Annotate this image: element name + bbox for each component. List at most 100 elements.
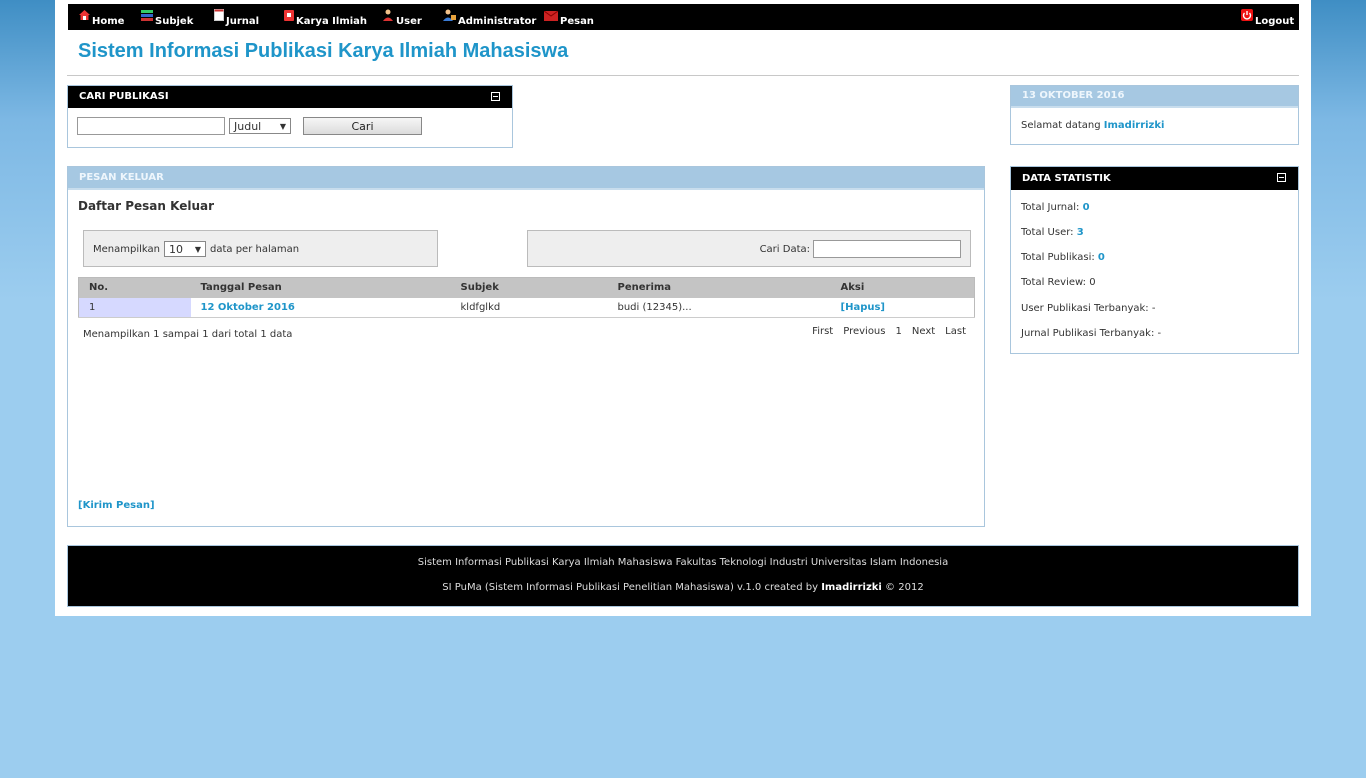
- minimize-icon[interactable]: [491, 92, 500, 101]
- col-penerima[interactable]: Penerima: [607, 277, 831, 298]
- cell-penerima: budi (12345)...: [607, 297, 831, 318]
- search-field-select[interactable]: Judul ▼: [229, 118, 291, 134]
- stat-label: Jurnal Publikasi Terbanyak:: [1021, 328, 1155, 339]
- nav-jurnal-label: Jurnal: [226, 16, 260, 27]
- pesan-keluar-box: PESAN KELUAR Daftar Pesan Keluar Menampi…: [67, 166, 985, 527]
- col-no[interactable]: No.: [78, 277, 191, 298]
- list-icon: [141, 10, 153, 24]
- pagination-first[interactable]: First: [812, 326, 833, 337]
- pesan-keluar-title: PESAN KELUAR: [79, 172, 164, 183]
- stat-user-terbanyak: User Publikasi Terbanyak: -: [1021, 303, 1155, 314]
- table-header-row: No. Tanggal Pesan Subjek Penerima Aksi: [78, 277, 975, 298]
- stat-value-link[interactable]: 0: [1098, 252, 1105, 263]
- col-subjek[interactable]: Subjek: [450, 277, 608, 298]
- date-header: 13 OKTOBER 2016: [1011, 86, 1298, 108]
- search-box: CARI PUBLIKASI Judul ▼ Cari: [67, 85, 513, 148]
- dropdown-arrow-icon: ▼: [279, 121, 286, 131]
- stat-value-link[interactable]: 3: [1077, 227, 1084, 238]
- messages-table: No. Tanggal Pesan Subjek Penerima Aksi 1…: [78, 277, 975, 318]
- dropdown-arrow-icon: ▼: [194, 244, 201, 254]
- cell-tanggal-link[interactable]: 12 Oktober 2016: [190, 297, 451, 318]
- table-row: 1 12 Oktober 2016 kldfglkd budi (12345).…: [78, 297, 975, 318]
- nav-subjek-label: Subjek: [155, 16, 194, 27]
- nav-karya-ilmiah-label: Karya Ilmiah: [296, 16, 368, 27]
- table-info: Menampilkan 1 sampai 1 dari total 1 data: [83, 329, 293, 340]
- stat-total-review: Total Review: 0: [1021, 277, 1096, 288]
- compose-message-link[interactable]: [Kirim Pesan]: [78, 500, 155, 511]
- welcome-box: 13 OKTOBER 2016 Selamat datang Imadirriz…: [1010, 85, 1299, 145]
- cell-subjek: kldfglkd: [450, 297, 608, 318]
- top-navbar: Home Subjek Jurnal Karya Ilmiah User Adm…: [68, 4, 1299, 30]
- nav-home-label: Home: [92, 16, 125, 27]
- nav-home[interactable]: Home: [79, 7, 124, 27]
- nav-administrator[interactable]: Administrator: [443, 7, 536, 27]
- paper-icon: [284, 10, 294, 24]
- pagination-page-1[interactable]: 1: [895, 326, 901, 337]
- pagination-last[interactable]: Last: [945, 326, 966, 337]
- footer-copyright: © 2012: [885, 582, 924, 593]
- statistics-header: DATA STATISTIK: [1011, 167, 1298, 190]
- stat-total-publikasi: Total Publikasi: 0: [1021, 252, 1105, 263]
- search-input[interactable]: [77, 117, 225, 135]
- stat-value: 0: [1089, 277, 1096, 288]
- stat-label: Total Review:: [1021, 277, 1087, 288]
- nav-user-label: User: [396, 16, 422, 27]
- stat-total-user: Total User: 3: [1021, 227, 1084, 238]
- admin-icon: [443, 9, 456, 24]
- welcome-line: Selamat datang Imadirrizki: [1021, 120, 1164, 131]
- length-selected: 10: [168, 242, 183, 256]
- stat-label: Total Publikasi:: [1021, 252, 1095, 263]
- footer-credit-text: SI PuMa (Sistem Informasi Publikasi Pene…: [442, 582, 818, 593]
- statistics-title: DATA STATISTIK: [1022, 173, 1111, 184]
- pagination-previous[interactable]: Previous: [843, 326, 885, 337]
- minimize-icon[interactable]: [1277, 173, 1286, 182]
- length-prefix: Menampilkan: [93, 243, 160, 255]
- stat-value-link[interactable]: 0: [1083, 202, 1090, 213]
- footer-author: Imadirrizki: [821, 582, 882, 593]
- power-icon: [1241, 9, 1253, 24]
- stat-label: User Publikasi Terbanyak:: [1021, 303, 1149, 314]
- search-field-selected: Judul: [234, 119, 262, 133]
- search-box-header: CARI PUBLIKASI: [68, 86, 512, 108]
- pesan-keluar-header: PESAN KELUAR: [68, 167, 984, 190]
- filter-panel: Cari Data:: [527, 230, 971, 267]
- statistics-box: DATA STATISTIK Total Jurnal: 0 Total Use…: [1010, 166, 1299, 354]
- date-title: 13 OKTOBER 2016: [1022, 90, 1125, 101]
- user-icon: [382, 9, 394, 24]
- length-suffix: data per halaman: [209, 243, 300, 255]
- col-tanggal[interactable]: Tanggal Pesan: [190, 277, 451, 298]
- pagination-next[interactable]: Next: [912, 326, 935, 337]
- welcome-text: Selamat datang: [1021, 120, 1101, 131]
- section-subtitle: Daftar Pesan Keluar: [78, 199, 215, 213]
- search-button[interactable]: Cari: [303, 117, 422, 135]
- filter-input[interactable]: [813, 240, 961, 258]
- welcome-user-link[interactable]: Imadirrizki: [1104, 120, 1165, 131]
- stat-label: Total Jurnal:: [1021, 202, 1080, 213]
- nav-logout-label: Logout: [1255, 16, 1295, 27]
- footer-line-1: Sistem Informasi Publikasi Karya Ilmiah …: [417, 557, 949, 568]
- stat-value: -: [1157, 328, 1162, 339]
- home-icon: [79, 10, 90, 24]
- stat-jurnal-terbanyak: Jurnal Publikasi Terbanyak: -: [1021, 328, 1161, 339]
- footer-line-2: SI PuMa (Sistem Informasi Publikasi Pene…: [68, 582, 1298, 593]
- stat-label: Total User:: [1021, 227, 1074, 238]
- nav-user[interactable]: User: [382, 7, 422, 27]
- document-icon: [214, 9, 224, 24]
- nav-subjek[interactable]: Subjek: [141, 7, 193, 27]
- stat-value: -: [1151, 303, 1156, 314]
- title-divider: [67, 75, 1299, 76]
- mail-icon: [543, 10, 559, 24]
- length-panel: Menampilkan 10 ▼ data per halaman: [83, 230, 438, 267]
- length-select[interactable]: 10 ▼: [163, 241, 206, 257]
- footer: Sistem Informasi Publikasi Karya Ilmiah …: [67, 545, 1299, 607]
- stat-total-jurnal: Total Jurnal: 0: [1021, 202, 1090, 213]
- nav-pesan[interactable]: Pesan: [543, 7, 594, 27]
- nav-administrator-label: Administrator: [458, 16, 537, 27]
- nav-karya-ilmiah[interactable]: Karya Ilmiah: [284, 7, 367, 27]
- col-aksi[interactable]: Aksi: [830, 277, 975, 298]
- page-title: Sistem Informasi Publikasi Karya Ilmiah …: [78, 40, 569, 62]
- nav-jurnal[interactable]: Jurnal: [214, 7, 259, 27]
- filter-label: Cari Data:: [759, 243, 810, 255]
- nav-logout[interactable]: Logout: [1241, 7, 1294, 27]
- delete-link[interactable]: [Hapus]: [830, 297, 975, 318]
